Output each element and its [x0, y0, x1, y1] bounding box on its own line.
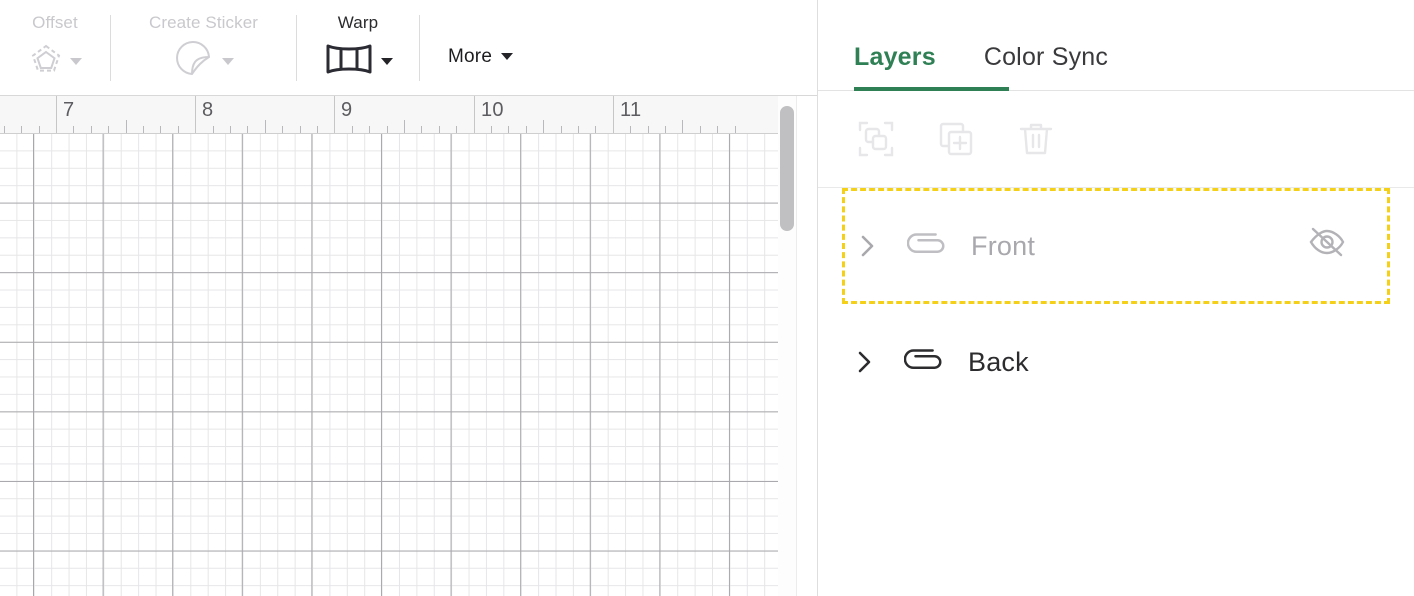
ruler-tick	[4, 126, 5, 133]
more-button[interactable]: More	[420, 0, 514, 95]
more-button-label: More	[448, 45, 493, 67]
sticker-peel-icon	[173, 38, 215, 85]
chevron-right-icon[interactable]	[855, 233, 881, 259]
ruler-tick	[265, 120, 266, 133]
tab-color-sync[interactable]: Color Sync	[984, 43, 1108, 90]
ruler-tick	[578, 126, 579, 133]
ruler-tick	[300, 126, 301, 133]
ruler-label: 10	[481, 99, 504, 121]
ruler-tick	[508, 126, 509, 133]
ruler-tick	[665, 126, 666, 133]
tool-offset[interactable]: Offset	[0, 0, 110, 95]
ruler-label: 11	[620, 99, 642, 121]
ruler-tick	[317, 126, 318, 133]
ruler-tick	[561, 126, 562, 133]
ruler-tick	[491, 126, 492, 133]
ruler-tick	[387, 126, 388, 133]
ruler-inch-mark: 11	[613, 96, 641, 133]
eye-off-icon[interactable]	[1307, 226, 1347, 266]
tool-offset-icon-row[interactable]	[29, 39, 82, 83]
layer-row-front[interactable]: Front	[842, 188, 1390, 304]
canvas-grid-major	[0, 134, 818, 596]
tool-warp[interactable]: Warp	[297, 0, 419, 95]
ruler-label: 9	[341, 99, 353, 121]
sticker-chevron-down-icon[interactable]	[222, 57, 234, 65]
ruler-tick	[91, 126, 92, 133]
ruler-tick	[126, 120, 127, 133]
ruler-tick	[700, 126, 701, 133]
ruler-tick	[439, 126, 440, 133]
design-canvas[interactable]	[0, 134, 818, 596]
ruler-tick	[160, 126, 161, 133]
paperclip-icon	[907, 225, 949, 267]
ruler-tick	[352, 126, 353, 133]
warp-chevron-down-icon[interactable]	[380, 57, 393, 65]
ruler-tick	[369, 126, 370, 133]
ruler-tick	[213, 126, 214, 133]
ruler-tick	[735, 126, 736, 133]
vertical-scrollbar-thumb[interactable]	[780, 106, 794, 231]
ruler-tick	[717, 126, 718, 133]
ruler-tick	[421, 126, 422, 133]
horizontal-ruler[interactable]: 7 8 9 10 11	[0, 96, 818, 134]
ruler-tick	[108, 126, 109, 133]
ruler-tick	[682, 120, 683, 133]
ruler-tick	[404, 120, 405, 133]
paperclip-icon	[904, 341, 946, 383]
chevron-right-icon[interactable]	[852, 349, 878, 375]
layers-list: Front Back	[818, 188, 1414, 420]
editor-canvas-pane: Offset Create Sticker Warp More 7 8 9 10…	[0, 0, 818, 596]
ruler-tick	[456, 126, 457, 133]
canvas-vertical-scrollbar[interactable]	[778, 96, 796, 596]
top-toolbar: Offset Create Sticker Warp More	[0, 0, 818, 96]
ruler-inch-mark: 9	[334, 96, 352, 133]
app-root: Offset Create Sticker Warp More 7 8 9 10…	[0, 0, 1414, 596]
select-group-icon[interactable]	[854, 117, 898, 161]
ruler-label: 7	[63, 99, 75, 121]
layer-row-back[interactable]: Back	[818, 304, 1414, 420]
trash-icon[interactable]	[1014, 117, 1058, 161]
tool-offset-label: Offset	[32, 13, 78, 32]
duplicate-layer-icon[interactable]	[934, 117, 978, 161]
offset-chevron-down-icon[interactable]	[69, 57, 82, 65]
tool-warp-icon-row[interactable]	[324, 39, 393, 83]
ruler-tick	[526, 126, 527, 133]
tool-create-sticker[interactable]: Create Sticker	[111, 0, 296, 95]
ruler-tick	[230, 126, 231, 133]
layers-action-toolbar	[818, 91, 1414, 188]
layer-name-front: Front	[971, 230, 1036, 261]
tab-layers[interactable]: Layers	[854, 43, 936, 90]
chevron-down-icon	[501, 53, 514, 60]
panel-tabs: Layers Color Sync	[818, 0, 1414, 91]
ruler-inch-mark: 7	[56, 96, 74, 133]
layer-name-back: Back	[968, 346, 1029, 377]
ruler-tick	[39, 126, 40, 133]
ruler-tick	[648, 126, 649, 133]
ruler-tick	[73, 126, 74, 133]
ruler-label: 8	[202, 99, 214, 121]
offset-pentagon-icon	[29, 42, 63, 81]
ruler-tick	[178, 126, 179, 133]
tool-warp-label: Warp	[337, 13, 379, 32]
ruler-tick	[21, 126, 22, 133]
ruler-tick	[630, 126, 631, 133]
warp-pincushion-icon	[324, 42, 374, 81]
ruler-tick	[543, 120, 544, 133]
ruler-tick	[282, 126, 283, 133]
tool-create-sticker-icon-row[interactable]	[173, 39, 234, 83]
ruler-tick	[143, 126, 144, 133]
ruler-inch-mark: 10	[474, 96, 504, 133]
right-panel: Layers Color Sync Front Back	[818, 0, 1414, 596]
tool-create-sticker-label: Create Sticker	[148, 13, 259, 32]
ruler-inch-mark: 8	[195, 96, 213, 133]
ruler-tick	[247, 126, 248, 133]
ruler-tick	[595, 126, 596, 133]
canvas-right-gutter	[796, 96, 818, 596]
